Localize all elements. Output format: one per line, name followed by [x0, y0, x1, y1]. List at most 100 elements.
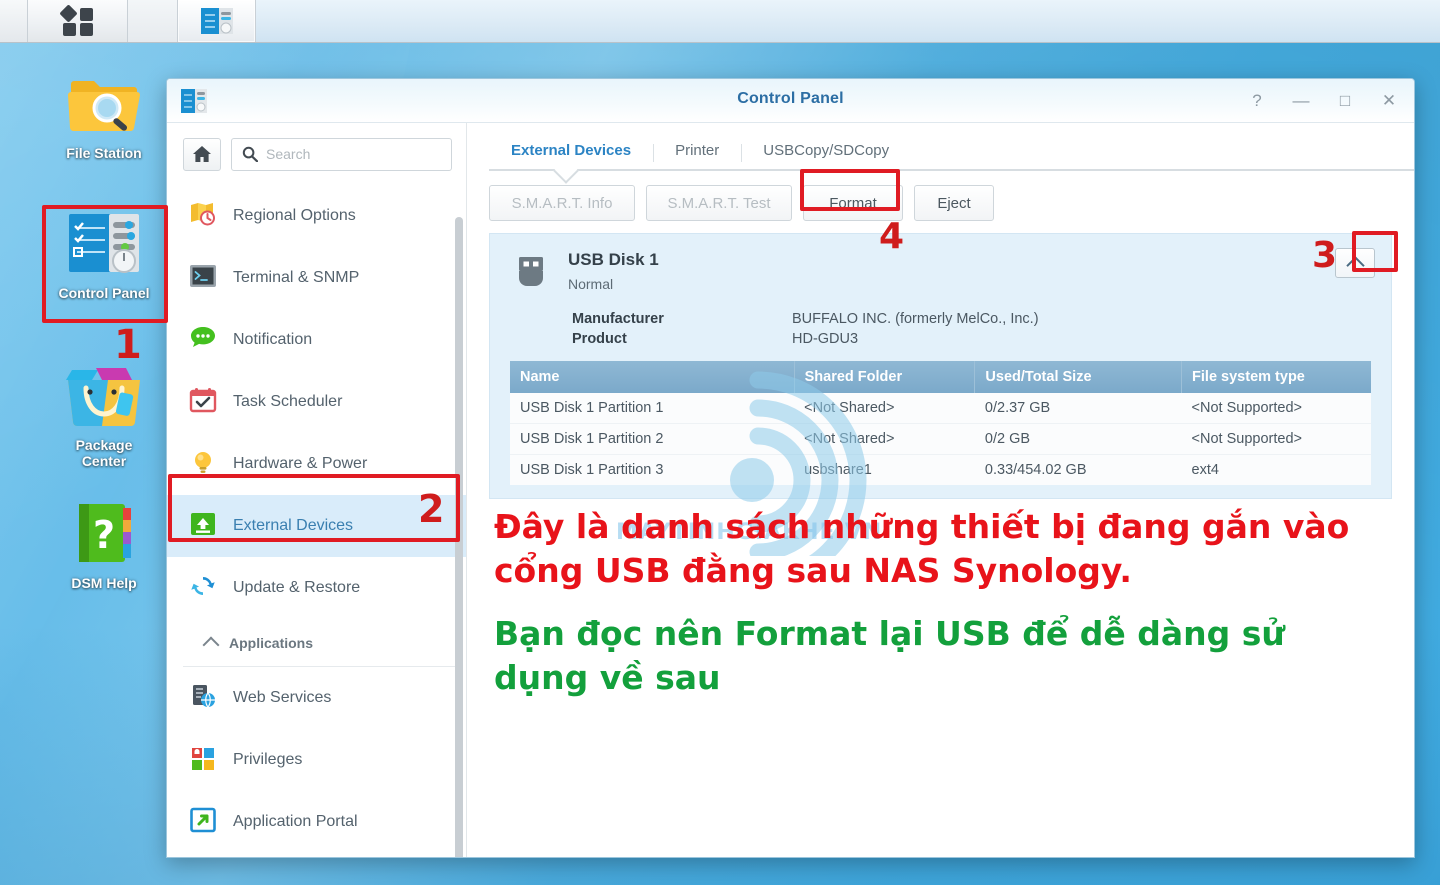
- maximize-button[interactable]: □: [1332, 88, 1358, 114]
- detail-value: BUFFALO INC. (formerly MelCo., Inc.): [792, 311, 1039, 327]
- window-body: Search Regional Options Terminal & SNMP …: [167, 123, 1414, 857]
- column-header-name[interactable]: Name: [510, 361, 795, 393]
- chevron-up-icon: [202, 636, 220, 653]
- folder-search-icon: [48, 72, 160, 141]
- cell-shared: <Not Shared>: [794, 423, 975, 455]
- search-icon: [242, 146, 258, 162]
- column-header-size[interactable]: Used/Total Size: [974, 361, 1183, 393]
- home-icon: [193, 146, 211, 162]
- sidebar-section-applications[interactable]: Applications: [183, 619, 456, 667]
- control-panel-icon: [200, 8, 233, 34]
- column-header-shared[interactable]: Shared Folder: [794, 361, 976, 393]
- table-row[interactable]: USB Disk 1 Partition 3 usbshare1 0.33/45…: [510, 454, 1371, 485]
- sidebar-toolbar: Search: [167, 123, 466, 185]
- sidebar-item-task-scheduler[interactable]: Task Scheduler: [167, 371, 466, 433]
- home-button[interactable]: [183, 137, 221, 171]
- desktop-icon-control-panel[interactable]: Control Panel: [48, 210, 160, 301]
- package-bag-icon: [48, 358, 160, 433]
- sidebar-item-notification[interactable]: Notification: [167, 309, 466, 371]
- usb-drive-icon: [510, 250, 552, 297]
- taskbar-empty-area: [256, 0, 1440, 42]
- sidebar-item-label: Privileges: [233, 751, 303, 768]
- tab-usbcopy-sdcopy[interactable]: USBCopy/SDCopy: [741, 142, 911, 171]
- device-name: USB Disk 1: [568, 250, 659, 269]
- task-scheduler-icon: [189, 387, 217, 418]
- sidebar-item-web-services[interactable]: Web Services: [167, 667, 466, 729]
- device-detail-row: Manufacturer BUFFALO INC. (formerly MelC…: [572, 311, 1371, 327]
- taskbar-task-control-panel[interactable]: [178, 0, 256, 42]
- tab-printer[interactable]: Printer: [653, 142, 741, 171]
- format-button[interactable]: Format: [803, 185, 903, 221]
- application-portal-icon: [189, 807, 217, 838]
- cell-filesystem: <Not Supported>: [1181, 393, 1371, 424]
- sidebar-item-label: Terminal & SNMP: [233, 269, 360, 286]
- desktop-icon-label: DSM Help: [71, 575, 137, 591]
- close-button[interactable]: ✕: [1376, 88, 1402, 114]
- eject-button[interactable]: Eject: [914, 185, 994, 221]
- sidebar-item-label: Task Scheduler: [233, 393, 343, 410]
- terminal-icon: [189, 263, 217, 294]
- window-titlebar[interactable]: Control Panel ? — □ ✕: [167, 79, 1414, 123]
- table-row[interactable]: USB Disk 1 Partition 1 <Not Shared> 0/2.…: [510, 393, 1371, 424]
- search-input[interactable]: Search: [231, 137, 452, 171]
- cell-name: USB Disk 1 Partition 2: [510, 423, 795, 455]
- detail-key: Product: [572, 331, 627, 347]
- table-row[interactable]: USB Disk 1 Partition 2 <Not Shared> 0/2 …: [510, 423, 1371, 455]
- control-panel-icon: [48, 210, 160, 281]
- cell-name: USB Disk 1 Partition 3: [510, 454, 795, 485]
- window-controls: ? — □ ✕: [1244, 79, 1402, 123]
- device-collapse-button[interactable]: [1335, 248, 1375, 278]
- window-title: Control Panel: [737, 90, 844, 107]
- content-area: External Devices Printer USBCopy/SDCopy …: [467, 123, 1414, 857]
- sidebar-item-label: Application Portal: [233, 813, 358, 830]
- sidebar-item-partial-next[interactable]: [167, 853, 466, 857]
- desktop-icon-label: File Station: [66, 145, 142, 161]
- main-menu-button[interactable]: [28, 0, 128, 42]
- cell-filesystem: <Not Supported>: [1181, 423, 1371, 455]
- cell-shared: <Not Shared>: [794, 393, 975, 424]
- smart-test-button[interactable]: S.M.A.R.T. Test: [646, 185, 792, 221]
- cell-name: USB Disk 1 Partition 1: [510, 393, 795, 424]
- smart-info-button[interactable]: S.M.A.R.T. Info: [489, 185, 635, 221]
- device-panel: USB Disk 1 Normal Manufacturer BUFFALO I…: [489, 233, 1392, 499]
- sidebar-item-privileges[interactable]: Privileges: [167, 729, 466, 791]
- svg-text:?: ?: [93, 513, 115, 557]
- sidebar: Search Regional Options Terminal & SNMP …: [167, 123, 467, 857]
- device-details: Manufacturer BUFFALO INC. (formerly MelC…: [510, 311, 1371, 347]
- cell-size: 0/2 GB: [974, 423, 1182, 455]
- cell-filesystem: ext4: [1181, 454, 1371, 485]
- sidebar-scrollbar[interactable]: [455, 217, 463, 857]
- sidebar-item-application-portal[interactable]: Application Portal: [167, 791, 466, 853]
- device-status: Normal: [568, 276, 614, 292]
- web-services-icon: [189, 683, 217, 714]
- regional-options-icon: [189, 201, 217, 232]
- sidebar-items: Regional Options Terminal & SNMP Notific…: [167, 185, 466, 857]
- desktop-icon-package-center[interactable]: Package Center: [48, 358, 160, 469]
- taskbar: [0, 0, 1440, 43]
- privileges-icon: [189, 745, 217, 776]
- sidebar-item-terminal-snmp[interactable]: Terminal & SNMP: [167, 247, 466, 309]
- sidebar-item-external-devices[interactable]: External Devices: [167, 495, 466, 557]
- sidebar-section-label: Applications: [229, 634, 314, 651]
- desktop-icon-file-station[interactable]: File Station: [48, 72, 160, 161]
- control-panel-window: Control Panel ? — □ ✕ Search Regional Op…: [166, 78, 1415, 858]
- desktop-icon-label-line2: Center: [81, 453, 127, 469]
- sidebar-item-label: Regional Options: [233, 207, 356, 224]
- sidebar-item-label: Notification: [233, 331, 313, 348]
- column-header-filesystem[interactable]: File system type: [1181, 361, 1371, 393]
- external-devices-icon: [189, 511, 217, 542]
- hardware-power-icon: [189, 449, 217, 480]
- sidebar-item-regional-options[interactable]: Regional Options: [167, 185, 466, 247]
- sidebar-item-label: Hardware & Power: [233, 455, 368, 472]
- tab-bar: External Devices Printer USBCopy/SDCopy: [467, 123, 1414, 184]
- taskbar-spacer: [128, 0, 178, 42]
- detail-value: HD-GDU3: [792, 331, 859, 347]
- sidebar-item-hardware-power[interactable]: Hardware & Power: [167, 433, 466, 495]
- sidebar-item-update-restore[interactable]: Update & Restore: [167, 557, 466, 619]
- help-button[interactable]: ?: [1244, 88, 1270, 114]
- grid-menu-icon: [58, 4, 95, 36]
- desktop-icon-dsm-help[interactable]: ? DSM Help: [48, 500, 160, 591]
- sidebar-scrollbar-thumb[interactable]: [455, 217, 463, 857]
- sidebar-item-label: External Devices: [233, 517, 354, 534]
- minimize-button[interactable]: —: [1288, 88, 1314, 114]
